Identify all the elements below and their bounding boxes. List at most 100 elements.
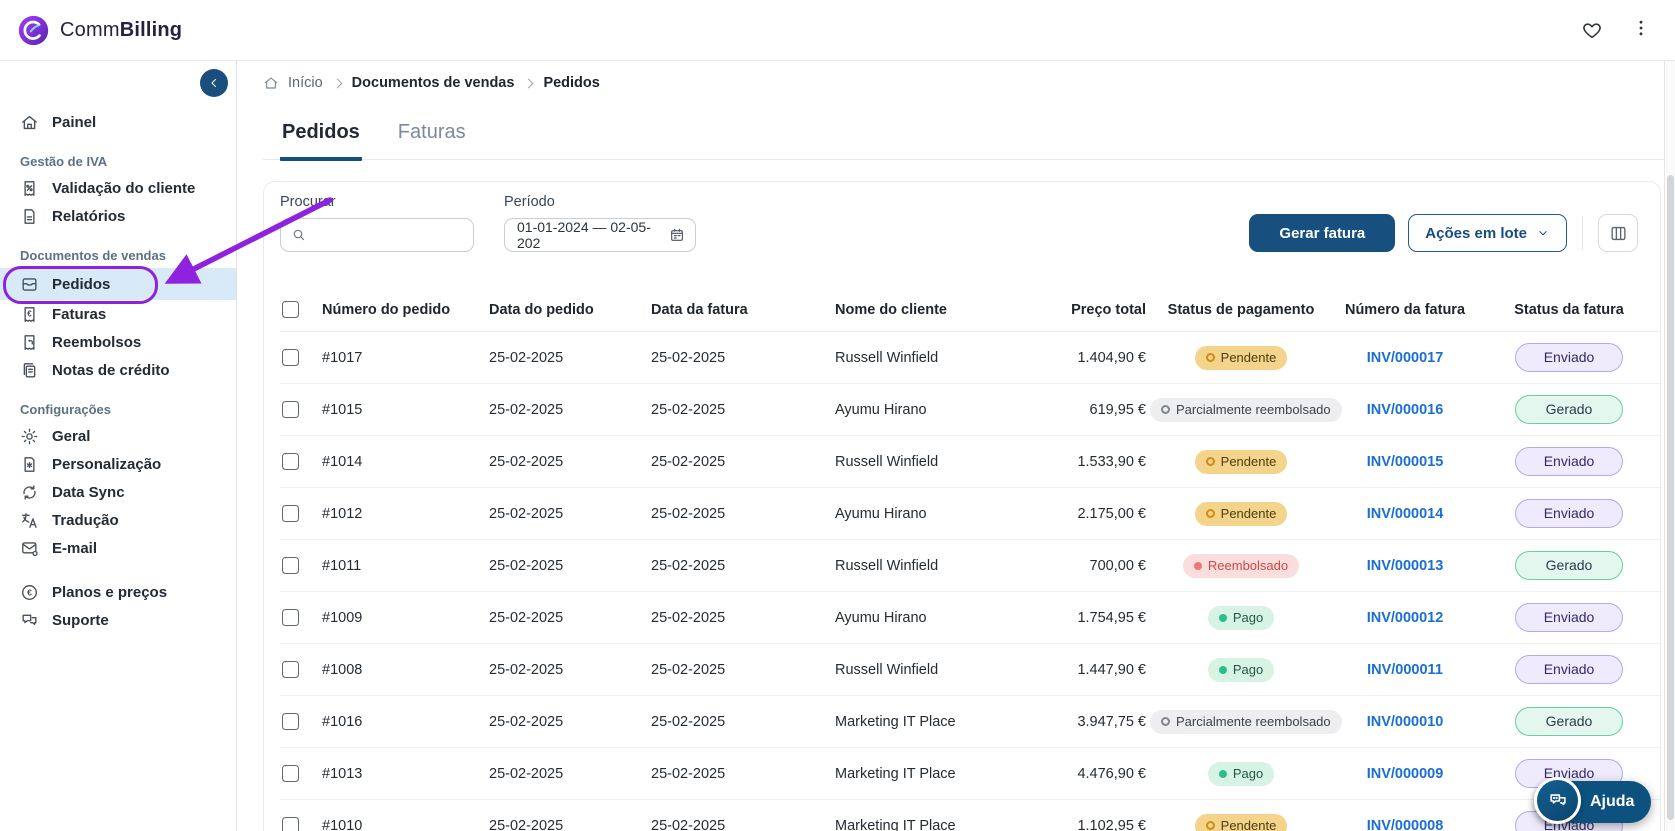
column-header-data-da-fatura[interactable]: Data da fatura: [651, 302, 835, 318]
sidebar-item-planos-e-precos[interactable]: €Planos e preços: [0, 578, 236, 606]
status-dot-icon: [1219, 666, 1227, 674]
sidebar-item-personalizacao[interactable]: Personalização: [0, 450, 236, 478]
order-date: 25-02-2025: [489, 818, 651, 831]
sidebar-item-suporte[interactable]: Suporte: [0, 606, 236, 634]
row-checkbox[interactable]: [282, 713, 299, 730]
search-input[interactable]: [280, 218, 474, 252]
column-header-nome-do-cliente[interactable]: Nome do cliente: [835, 302, 1065, 318]
row-checkbox[interactable]: [282, 817, 299, 831]
invoice-number-link[interactable]: INV/000017: [1367, 350, 1444, 366]
payment-status-badge: Parcialmente reembolsado: [1150, 710, 1342, 734]
sidebar-item-painel[interactable]: Painel: [0, 108, 236, 136]
sidebar-item-e-mail[interactable]: E-mail: [0, 534, 236, 562]
tab-faturas[interactable]: Faturas: [396, 121, 468, 159]
table-row-order-1015: #101525-02-202525-02-2025Ayumu Hirano619…: [280, 384, 1660, 436]
invoice-status-pill: Gerado: [1515, 551, 1623, 580]
invoice-number-link[interactable]: INV/000010: [1367, 714, 1444, 730]
order-date: 25-02-2025: [489, 558, 651, 574]
invoice-number-link[interactable]: INV/000016: [1367, 402, 1444, 418]
column-header-numero-do-pedido[interactable]: Número do pedido: [322, 302, 489, 318]
row-checkbox[interactable]: [282, 661, 299, 678]
row-checkbox[interactable]: [282, 609, 299, 626]
customer-name: Russell Winfield: [835, 662, 1065, 678]
payment-status-badge: Reembolsado: [1183, 554, 1299, 578]
row-checkbox[interactable]: [282, 557, 299, 574]
sidebar-section-label-documentos-de-vendas: Documentos de vendas: [20, 246, 236, 266]
sidebar-item-pedidos[interactable]: Pedidos: [0, 268, 236, 300]
row-checkbox[interactable]: [282, 505, 299, 522]
bulk-actions-button[interactable]: Ações em lote: [1408, 214, 1567, 252]
customer-name: Ayumu Hirano: [835, 506, 1065, 522]
invoice-number-link[interactable]: INV/000015: [1367, 454, 1444, 470]
total-price: 619,95 €: [1065, 402, 1150, 418]
generate-invoice-button[interactable]: Gerar fatura: [1249, 214, 1395, 252]
status-dot-icon: [1206, 509, 1215, 518]
help-widget: Ajuda: [1534, 777, 1664, 827]
sidebar-item-label: Notas de crédito: [52, 362, 170, 379]
row-checkbox[interactable]: [282, 349, 299, 366]
sync-icon: [20, 483, 39, 502]
order-date: 25-02-2025: [489, 454, 651, 470]
column-header-status-da-fatura[interactable]: Status da fatura: [1478, 302, 1660, 318]
order-number: #1017: [322, 350, 489, 366]
invoice-number-link[interactable]: INV/000011: [1367, 662, 1443, 678]
favorites-heart-icon[interactable]: [1581, 19, 1603, 41]
scrollbar-thumb[interactable]: [1667, 175, 1674, 820]
invoice-number-link[interactable]: INV/000014: [1367, 506, 1444, 522]
sidebar-item-data-sync[interactable]: Data Sync: [0, 478, 236, 506]
sidebar-item-validacao-do-cliente[interactable]: Validação do cliente: [0, 174, 236, 202]
status-dot-icon: [1219, 614, 1227, 622]
sidebar-item-geral[interactable]: Geral: [0, 422, 236, 450]
app-logo: CommBilling: [17, 14, 182, 47]
invoice-number-link[interactable]: INV/000012: [1367, 610, 1444, 626]
sidebar-item-notas-de-credito[interactable]: Notas de crédito: [0, 356, 236, 384]
tab-pedidos[interactable]: Pedidos: [280, 121, 362, 161]
period-date-range-input[interactable]: 01-01-2024 — 02-05-202: [504, 218, 696, 252]
select-all-checkbox[interactable]: [282, 301, 299, 318]
column-header-preco-total[interactable]: Preço total: [1065, 302, 1150, 318]
customer-name: Ayumu Hirano: [835, 610, 1065, 626]
invoice-number-link[interactable]: INV/000008: [1367, 818, 1444, 831]
status-dot-icon: [1206, 821, 1215, 830]
search-icon: [291, 227, 307, 243]
invoice-status-pill: Enviado: [1515, 655, 1623, 684]
sidebar-item-faturas[interactable]: €Faturas: [0, 300, 236, 328]
sidebar-nav: PainelGestão de IVAValidação do clienteR…: [0, 61, 236, 634]
sidebar-item-relatorios[interactable]: Relatórios: [0, 202, 236, 230]
search-label: Procurar: [280, 194, 474, 211]
total-price: 1.102,95 €: [1065, 818, 1150, 831]
sidebar-collapse-button[interactable]: [200, 69, 228, 97]
table-row-order-1009: #100925-02-202525-02-2025Ayumu Hirano1.7…: [280, 592, 1660, 644]
row-checkbox[interactable]: [282, 453, 299, 470]
total-price: 1.533,90 €: [1065, 454, 1150, 470]
sidebar-section-label-configuracoes: Configurações: [20, 400, 236, 420]
column-settings-button[interactable]: [1598, 214, 1638, 252]
gear-icon: [20, 427, 39, 446]
column-header-status-de-pagamento[interactable]: Status de pagamento: [1150, 302, 1332, 318]
breadcrumb-item-documentos[interactable]: Documentos de vendas: [352, 75, 515, 91]
search-field[interactable]: [315, 227, 463, 243]
sidebar-item-reembolsos[interactable]: Reembolsos: [0, 328, 236, 356]
columns-icon: [1609, 224, 1628, 243]
sidebar-item-label: E-mail: [52, 540, 97, 557]
vertical-scrollbar[interactable]: [1664, 61, 1675, 831]
breadcrumb-item-inicio[interactable]: Início: [288, 75, 323, 91]
invoice-number-link[interactable]: INV/000013: [1367, 558, 1444, 574]
row-checkbox[interactable]: [282, 765, 299, 782]
kebab-menu-icon[interactable]: [1631, 18, 1651, 43]
order-number: #1010: [322, 818, 489, 831]
main-content: Início Documentos de vendas Pedidos Pedi…: [237, 61, 1664, 831]
column-header-data-do-pedido[interactable]: Data do pedido: [489, 302, 651, 318]
order-number: #1008: [322, 662, 489, 678]
help-chat-icon[interactable]: [1534, 777, 1581, 824]
table-row-order-1014: #101425-02-202525-02-2025Russell Winfiel…: [280, 436, 1660, 488]
sidebar-item-traducao[interactable]: Tradução: [0, 506, 236, 534]
invoice-date: 25-02-2025: [651, 350, 835, 366]
sidebar-section-label-gestao-de-iva: Gestão de IVA: [20, 152, 236, 172]
row-checkbox[interactable]: [282, 401, 299, 418]
invoice-number-link[interactable]: INV/000009: [1367, 766, 1444, 782]
breadcrumb-separator-icon: [332, 78, 342, 88]
invoice-status-pill: Gerado: [1515, 707, 1623, 736]
sidebar-item-label: Painel: [52, 114, 96, 131]
column-header-numero-da-fatura[interactable]: Número da fatura: [1332, 302, 1478, 318]
